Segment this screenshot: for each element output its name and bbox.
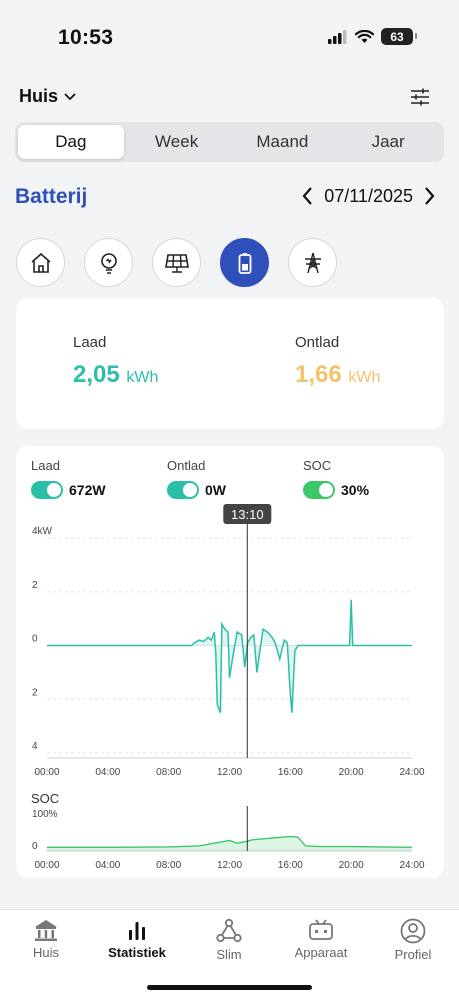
discharge-unit: kWh	[348, 369, 381, 386]
nav-profiel[interactable]: Profiel	[373, 918, 453, 962]
chevron-left-icon[interactable]	[300, 185, 314, 207]
nav-apparaat-label: Apparaat	[294, 945, 348, 960]
x-tick-label: 00:00	[34, 767, 59, 778]
soc-x-tick-label: 08:00	[156, 860, 181, 871]
soc-area	[47, 836, 412, 851]
power-line-series	[47, 599, 412, 713]
chevron-down-icon	[64, 92, 76, 100]
grid-tower-icon	[304, 252, 321, 273]
soc-x-tick-label: 24:00	[399, 860, 424, 871]
soc-y-tick-label: 0	[32, 841, 38, 852]
charge-label: Laad	[73, 334, 107, 351]
nav-apparaat[interactable]: Apparaat	[281, 918, 361, 960]
solar-panel-icon	[164, 253, 189, 273]
battery-status: 63	[381, 28, 417, 45]
house-icon	[35, 920, 57, 941]
category-battery-button[interactable]	[220, 238, 269, 287]
x-tick-label: 20:00	[339, 767, 364, 778]
home-selector[interactable]: Huis	[19, 86, 76, 107]
status-bar: 10:53 63	[0, 0, 459, 72]
section-title: Batterij	[15, 185, 88, 208]
x-tick-label: 04:00	[95, 767, 120, 778]
battery-icon	[238, 252, 251, 274]
signal-icon	[328, 29, 347, 44]
soc-x-tick-label: 00:00	[34, 860, 59, 871]
wifi-icon	[355, 29, 374, 43]
nav-profiel-label: Profiel	[394, 947, 432, 962]
discharge-summary: Ontlad 1,66 kWh	[295, 334, 380, 389]
bar-chart-icon	[129, 922, 145, 940]
home-name: Huis	[19, 86, 59, 106]
profile-icon	[400, 918, 426, 944]
summary-card: Laad 2,05 kWh Ontlad 1,66 kWh	[16, 298, 444, 429]
date-navigator: 07/11/2025	[300, 185, 437, 207]
y-tick-label: 0	[32, 634, 38, 645]
category-consumption-button[interactable]	[84, 238, 133, 287]
discharge-value: 1,66	[295, 361, 342, 388]
nav-slim[interactable]: Slim	[189, 918, 269, 962]
home-icon	[30, 252, 51, 273]
charge-value-row: 2,05 kWh	[73, 361, 158, 389]
chart-card: Laad 672W Ontlad 0W SOC 30% 4kW 2 0 2 4 00:00…	[16, 446, 444, 878]
soc-x-tick-label: 12:00	[217, 860, 242, 871]
discharge-value-row: 1,66 kWh	[295, 361, 380, 389]
nav-huis[interactable]: Huis	[6, 918, 86, 960]
soc-y-tick-label: 100%	[32, 809, 58, 820]
soc-x-tick-label: 04:00	[95, 860, 120, 871]
soc-chart-title: SOC	[31, 791, 59, 806]
tab-year[interactable]: Jaar	[335, 125, 441, 159]
date-label[interactable]: 07/11/2025	[324, 186, 413, 207]
charge-unit: kWh	[126, 369, 159, 386]
discharge-label: Ontlad	[295, 334, 340, 351]
device-icon	[309, 919, 333, 940]
header: Huis	[0, 76, 459, 116]
tab-month[interactable]: Maand	[230, 125, 336, 159]
status-icons: 63	[328, 28, 417, 45]
x-tick-label: 24:00	[399, 767, 424, 778]
x-tick-label: 08:00	[156, 767, 181, 778]
y-tick-label: 4	[32, 741, 38, 752]
cursor-label: 13:10	[231, 507, 264, 522]
category-solar-button[interactable]	[152, 238, 201, 287]
chevron-right-icon[interactable]	[423, 185, 437, 207]
category-selector	[16, 238, 337, 287]
network-icon	[216, 918, 242, 943]
category-grid-button[interactable]	[288, 238, 337, 287]
bulb-icon	[100, 252, 117, 274]
charge-summary: Laad 2,05 kWh	[73, 334, 158, 389]
category-home-button[interactable]	[16, 238, 65, 287]
soc-x-tick-label: 16:00	[278, 860, 303, 871]
nav-slim-label: Slim	[216, 947, 242, 962]
home-indicator	[147, 985, 312, 990]
nav-huis-label: Huis	[32, 945, 59, 960]
power-chart[interactable]: 4kW 2 0 2 4 00:00 04:00 08:00 12:00 16:00 20:00 24:…	[16, 446, 444, 878]
charge-value: 2,05	[73, 361, 120, 388]
nav-statistiek-label: Statistiek	[108, 945, 166, 960]
y-tick-label: 2	[32, 687, 38, 698]
soc-x-tick-label: 20:00	[339, 860, 364, 871]
period-tabs: Dag Week Maand Jaar	[15, 122, 444, 162]
x-tick-label: 12:00	[217, 767, 242, 778]
y-tick-label: 2	[32, 580, 38, 591]
y-tick-label: 4kW	[32, 526, 53, 537]
tab-day[interactable]: Dag	[18, 125, 124, 159]
tab-week[interactable]: Week	[124, 125, 230, 159]
filter-settings-icon[interactable]	[409, 86, 431, 108]
status-time: 10:53	[58, 26, 114, 49]
x-tick-label: 16:00	[278, 767, 303, 778]
nav-statistiek[interactable]: Statistiek	[97, 918, 177, 960]
